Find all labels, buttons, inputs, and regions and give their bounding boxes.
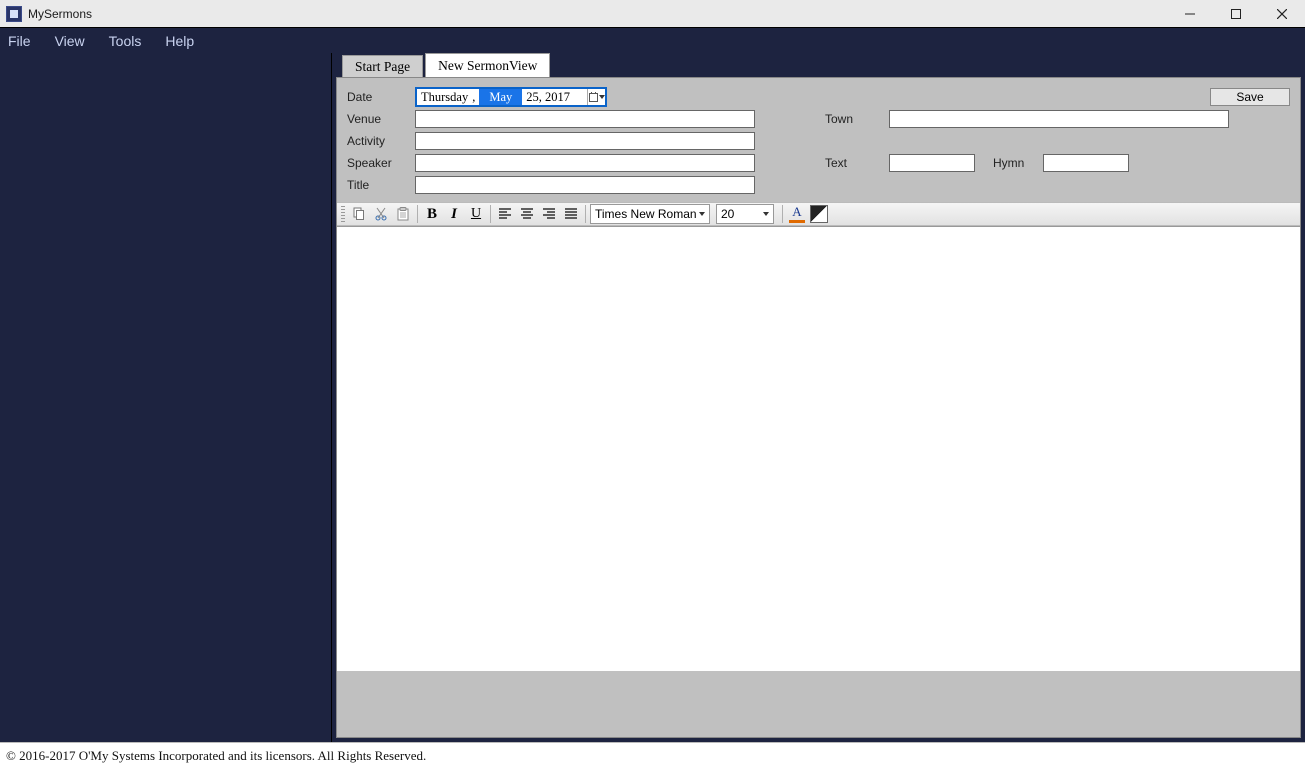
copy-button[interactable] [349,204,369,224]
menu-help[interactable]: Help [165,33,194,49]
date-weekday: Thursday [417,90,472,105]
menu-bar: File View Tools Help [0,28,1305,53]
toolbar-separator [490,205,491,223]
tab-strip: Start Page New SermonView [332,53,1305,77]
town-input[interactable] [889,110,1229,128]
italic-button[interactable]: I [444,204,464,224]
calendar-icon [589,93,598,102]
close-button[interactable] [1259,0,1305,28]
date-month[interactable]: May [479,89,522,105]
align-right-button[interactable] [539,204,559,224]
date-comma: , [472,90,479,105]
date-dropdown-button[interactable] [587,89,605,105]
chevron-down-icon [699,212,705,216]
editor-toolbar: B I U Times New Roman [337,202,1300,226]
app-icon [6,6,22,22]
speaker-input[interactable] [415,154,755,172]
align-center-button[interactable] [517,204,537,224]
chevron-down-icon [599,95,605,99]
font-size-value: 20 [721,207,734,221]
label-venue: Venue [347,112,415,126]
align-left-button[interactable] [495,204,515,224]
sidebar [0,53,332,742]
sermon-panel: Date Thursday , May 25, 2017 Save [336,77,1301,738]
menu-tools[interactable]: Tools [109,33,142,49]
text-input[interactable] [889,154,975,172]
toolbar-separator [417,205,418,223]
highlight-button[interactable] [809,204,829,224]
menu-view[interactable]: View [55,33,85,49]
venue-input[interactable] [415,110,755,128]
label-text: Text [825,156,889,170]
underline-button[interactable]: U [466,204,486,224]
paste-button[interactable] [393,204,413,224]
copyright-text: © 2016-2017 O'My Systems Incorporated an… [6,748,426,764]
title-input[interactable] [415,176,755,194]
status-bar: © 2016-2017 O'My Systems Incorporated an… [0,742,1305,768]
font-select-value: Times New Roman [595,207,697,221]
save-button[interactable]: Save [1210,88,1290,106]
date-rest: 25, 2017 [522,90,576,105]
toolbar-grip-icon [341,206,345,222]
font-color-button[interactable]: A [787,204,807,224]
label-date: Date [347,90,415,104]
label-hymn: Hymn [993,156,1043,170]
content-area: Start Page New SermonView Date Thursday … [332,53,1305,742]
highlight-icon [810,205,828,223]
font-select[interactable]: Times New Roman [590,204,710,224]
label-title: Title [347,178,415,192]
font-color-icon: A [788,205,806,223]
label-town: Town [825,112,889,126]
toolbar-separator [782,205,783,223]
cut-button[interactable] [371,204,391,224]
toolbar-separator [585,205,586,223]
tab-start-page[interactable]: Start Page [342,55,423,77]
title-bar: MySermons [0,0,1305,28]
editor-body[interactable] [337,226,1300,671]
label-speaker: Speaker [347,156,415,170]
form-area: Date Thursday , May 25, 2017 Save [337,78,1300,202]
window-title: MySermons [28,7,92,21]
minimize-button[interactable] [1167,0,1213,28]
maximize-button[interactable] [1213,0,1259,28]
hymn-input[interactable] [1043,154,1129,172]
chevron-down-icon [763,212,769,216]
menu-file[interactable]: File [8,33,31,49]
activity-input[interactable] [415,132,755,150]
main-area: Start Page New SermonView Date Thursday … [0,53,1305,742]
align-justify-button[interactable] [561,204,581,224]
font-size-select[interactable]: 20 [716,204,774,224]
label-activity: Activity [347,134,415,148]
panel-bottom-space [337,671,1300,737]
date-picker[interactable]: Thursday , May 25, 2017 [415,87,607,107]
bold-button[interactable]: B [422,204,442,224]
tab-new-sermon-view[interactable]: New SermonView [425,53,550,77]
